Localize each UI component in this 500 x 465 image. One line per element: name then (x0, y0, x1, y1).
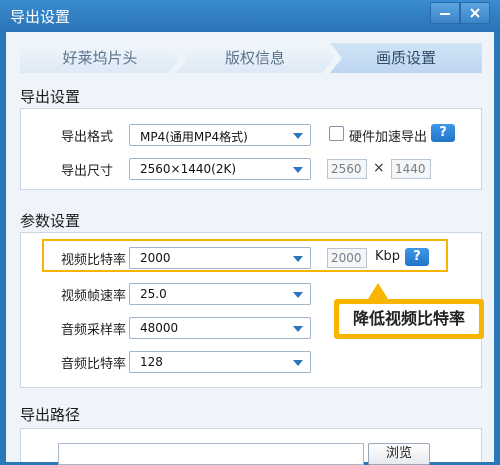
callout-pointer (368, 283, 388, 299)
callout: 降低视频比特率 (334, 299, 484, 339)
hw-accel-checkbox[interactable] (329, 126, 344, 141)
audio-bitrate-value: 128 (140, 355, 163, 369)
audio-bitrate-label: 音频比特率 (61, 357, 127, 372)
chevron-down-icon (293, 292, 303, 298)
size-select[interactable]: 2560×1440(2K) (129, 158, 311, 180)
video-bitrate-highlight (42, 239, 448, 272)
export-path-title: 导出路径 (20, 406, 81, 424)
framerate-select[interactable]: 25.0 (129, 283, 311, 305)
audio-bitrate-select[interactable]: 128 (129, 351, 311, 373)
times-sign: × (373, 160, 385, 176)
framerate-label: 视频帧速率 (61, 289, 127, 304)
audio-samplerate-value: 48000 (140, 321, 179, 335)
width-field[interactable]: 2560 (327, 159, 367, 179)
minimize-icon (440, 13, 450, 15)
step-quality-settings[interactable]: 画质设置 (330, 43, 482, 73)
export-settings-group: 导出格式 MP4(通用MP4格式) 硬件加速导出 ? 导出尺寸 2560×144… (20, 108, 482, 190)
step-progress: 好莱坞片头 版权信息 画质设置 (20, 43, 482, 73)
framerate-value: 25.0 (140, 287, 167, 301)
format-label: 导出格式 (61, 130, 114, 145)
window-title: 导出设置 (10, 8, 71, 26)
callout-text: 降低视频比特率 (339, 304, 479, 334)
chevron-down-icon (293, 326, 303, 332)
audio-samplerate-label: 音频采样率 (61, 323, 127, 338)
dialog-body: 好莱坞片头 版权信息 画质设置 导出设置 导出格式 MP4(通用MP4格式) 硬… (6, 32, 494, 465)
size-value: 2560×1440(2K) (140, 162, 236, 176)
minimize-button[interactable] (430, 2, 460, 24)
size-label: 导出尺寸 (61, 164, 114, 179)
chevron-down-icon (293, 133, 303, 139)
format-select[interactable]: MP4(通用MP4格式) (129, 124, 311, 146)
hw-accel-label: 硬件加速导出 (349, 130, 428, 145)
params-title: 参数设置 (20, 212, 81, 230)
title-bar: 导出设置 (0, 0, 500, 32)
help-icon[interactable]: ? (431, 124, 455, 142)
step-copyright-info[interactable]: 版权信息 (176, 43, 334, 73)
close-button[interactable] (460, 2, 490, 24)
close-icon (470, 8, 480, 18)
height-field[interactable]: 1440 (391, 159, 431, 179)
chevron-down-icon (293, 360, 303, 366)
audio-samplerate-select[interactable]: 48000 (129, 317, 311, 339)
chevron-down-icon (293, 167, 303, 173)
format-value: MP4(通用MP4格式) (140, 130, 248, 144)
export-settings-title: 导出设置 (20, 88, 81, 106)
step-hollywood-intro[interactable]: 好莱坞片头 (20, 43, 180, 73)
